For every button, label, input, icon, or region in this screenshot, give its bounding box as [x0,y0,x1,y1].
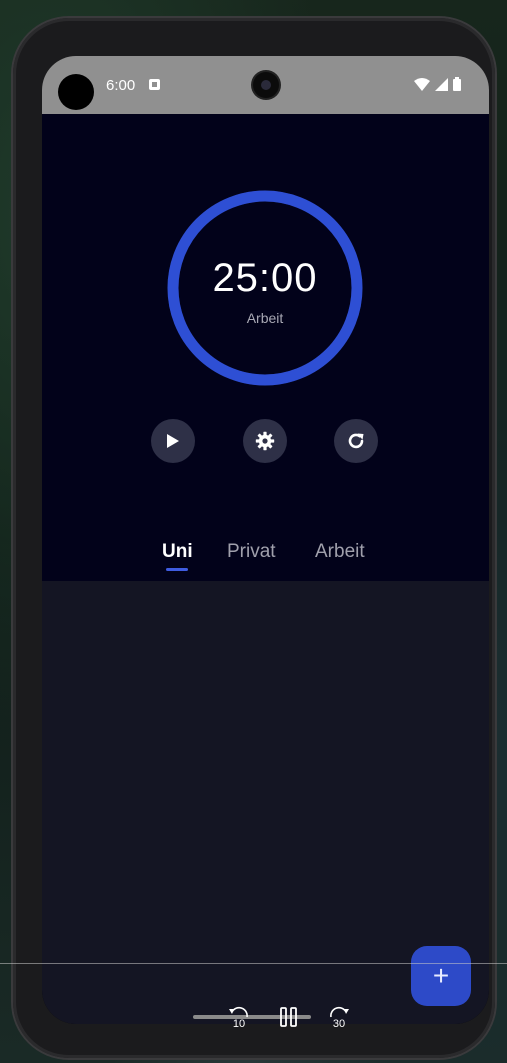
pause-icon [280,1007,297,1027]
notification-icon [149,79,160,90]
media-controls: 10 30 [226,1006,356,1032]
front-camera [253,72,279,98]
video-progress-line [0,963,507,964]
gear-icon [255,431,275,451]
camera-cutout [58,74,94,110]
reset-button[interactable] [334,419,378,463]
category-tabs: Uni Privat Arbeit [42,541,489,581]
status-time: 6:00 [106,77,136,94]
pause-button[interactable] [278,1006,300,1032]
active-tab-indicator [166,568,188,571]
signal-icon [435,77,448,91]
rewind-seconds: 10 [232,1018,246,1030]
timer-display: 25:00 [212,256,318,300]
status-icons [414,77,461,91]
settings-button[interactable] [243,419,287,463]
status-bar: 6:00 [42,56,489,114]
add-task-button[interactable]: + [411,946,471,1006]
refresh-icon [348,433,364,449]
tab-arbeit[interactable]: Arbeit [315,541,365,563]
phone-frame: 6:00 25:00 Arbeit Uni Privat Arbeit + [13,18,495,1058]
play-icon [167,434,179,448]
forward-button[interactable]: 30 [326,1006,352,1032]
plus-icon: + [432,960,450,991]
rewind-button[interactable]: 10 [226,1006,252,1032]
phone-screen: 6:00 25:00 Arbeit Uni Privat Arbeit + [42,56,489,1024]
tab-privat[interactable]: Privat [227,541,276,563]
wifi-icon [414,77,430,91]
timer-mode-label: Arbeit [246,310,284,326]
battery-icon [453,77,461,91]
forward-seconds: 30 [332,1018,346,1030]
play-button[interactable] [151,419,195,463]
tab-uni[interactable]: Uni [162,541,193,563]
